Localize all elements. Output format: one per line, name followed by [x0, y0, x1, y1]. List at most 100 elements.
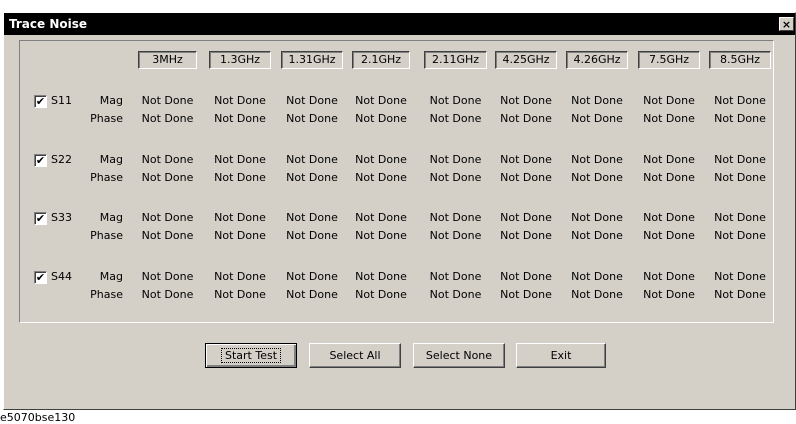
phase-label: Phase — [90, 112, 123, 125]
mag-status-cell: Not Done — [429, 270, 482, 283]
checkbox-s11[interactable]: ✔ — [34, 95, 47, 108]
select-all-button[interactable]: Select All — [309, 343, 401, 368]
mag-status-cell: Not Done — [141, 153, 194, 166]
title-bar: Trace Noise × — [4, 13, 795, 35]
mag-status-cell: Not Done — [714, 211, 766, 224]
mag-status-cell: Not Done — [643, 94, 695, 107]
port-label: S22 — [51, 153, 72, 166]
frequency-header: 8.5GHz — [709, 51, 771, 69]
phase-status-cell: Not Done — [429, 171, 482, 184]
frequency-header: 7.5GHz — [638, 51, 700, 69]
phase-label: Phase — [90, 229, 123, 242]
mag-status-cell: Not Done — [500, 94, 552, 107]
phase-status-cell: Not Done — [355, 288, 407, 301]
select-none-label: Select None — [425, 349, 493, 362]
phase-status-cell: Not Done — [141, 229, 194, 242]
phase-status-cell: Not Done — [571, 112, 623, 125]
port-label: S33 — [51, 211, 72, 224]
phase-status-cell: Not Done — [286, 229, 338, 242]
mag-status-cell: Not Done — [714, 270, 766, 283]
phase-status-cell: Not Done — [714, 229, 766, 242]
mag-label: Mag — [99, 94, 123, 107]
phase-label: Phase — [90, 288, 123, 301]
phase-status-cell: Not Done — [355, 112, 407, 125]
checkbox-s22[interactable]: ✔ — [34, 154, 47, 167]
phase-status-cell: Not Done — [643, 288, 695, 301]
mag-status-cell: Not Done — [355, 270, 407, 283]
phase-status-cell: Not Done — [214, 112, 266, 125]
phase-status-cell: Not Done — [643, 112, 695, 125]
start-test-label: Start Test — [220, 348, 282, 363]
mag-status-cell: Not Done — [429, 211, 482, 224]
mag-label: Mag — [99, 211, 123, 224]
frequency-header: 2.1GHz — [352, 51, 410, 69]
phase-status-cell: Not Done — [141, 112, 194, 125]
start-test-button[interactable]: Start Test — [205, 343, 297, 368]
mag-status-cell: Not Done — [141, 211, 194, 224]
mag-status-cell: Not Done — [141, 270, 194, 283]
phase-status-cell: Not Done — [286, 171, 338, 184]
mag-status-cell: Not Done — [355, 211, 407, 224]
phase-status-cell: Not Done — [643, 229, 695, 242]
select-none-button[interactable]: Select None — [413, 343, 505, 368]
phase-label: Phase — [90, 171, 123, 184]
mag-label: Mag — [99, 270, 123, 283]
phase-status-cell: Not Done — [714, 288, 766, 301]
mag-status-cell: Not Done — [214, 211, 266, 224]
phase-status-cell: Not Done — [429, 288, 482, 301]
mag-status-cell: Not Done — [214, 94, 266, 107]
frequency-header: 1.3GHz — [209, 51, 271, 69]
figure-caption: e5070bse130 — [0, 411, 76, 424]
close-button[interactable]: × — [779, 17, 794, 31]
frequency-header: 4.26GHz — [566, 51, 628, 69]
mag-status-cell: Not Done — [286, 153, 338, 166]
phase-status-cell: Not Done — [571, 171, 623, 184]
mag-status-cell: Not Done — [429, 153, 482, 166]
check-icon: ✔ — [35, 212, 46, 225]
phase-status-cell: Not Done — [500, 288, 552, 301]
checkbox-s44[interactable]: ✔ — [34, 271, 47, 284]
phase-status-cell: Not Done — [355, 171, 407, 184]
select-all-label: Select All — [329, 349, 381, 362]
frequency-header: 2.11GHz — [424, 51, 487, 69]
phase-status-cell: Not Done — [500, 229, 552, 242]
mag-status-cell: Not Done — [214, 270, 266, 283]
phase-status-cell: Not Done — [500, 171, 552, 184]
mag-status-cell: Not Done — [714, 94, 766, 107]
phase-status-cell: Not Done — [571, 288, 623, 301]
phase-status-cell: Not Done — [429, 112, 482, 125]
mag-status-cell: Not Done — [643, 153, 695, 166]
mag-status-cell: Not Done — [286, 211, 338, 224]
phase-status-cell: Not Done — [714, 112, 766, 125]
mag-status-cell: Not Done — [571, 211, 623, 224]
check-icon: ✔ — [35, 95, 46, 108]
port-label: S44 — [51, 270, 72, 283]
phase-status-cell: Not Done — [286, 112, 338, 125]
check-icon: ✔ — [35, 154, 46, 167]
mag-status-cell: Not Done — [500, 153, 552, 166]
phase-status-cell: Not Done — [214, 171, 266, 184]
phase-status-cell: Not Done — [141, 288, 194, 301]
exit-button[interactable]: Exit — [516, 343, 606, 368]
dialog-title: Trace Noise — [9, 17, 87, 31]
phase-status-cell: Not Done — [500, 112, 552, 125]
phase-status-cell: Not Done — [141, 171, 194, 184]
phase-status-cell: Not Done — [643, 171, 695, 184]
mag-status-cell: Not Done — [355, 94, 407, 107]
mag-status-cell: Not Done — [643, 270, 695, 283]
phase-status-cell: Not Done — [429, 229, 482, 242]
phase-status-cell: Not Done — [286, 288, 338, 301]
mag-status-cell: Not Done — [500, 211, 552, 224]
checkbox-s33[interactable]: ✔ — [34, 212, 47, 225]
mag-status-cell: Not Done — [141, 94, 194, 107]
check-icon: ✔ — [35, 271, 46, 284]
mag-label: Mag — [99, 153, 123, 166]
exit-label: Exit — [550, 349, 572, 362]
mag-status-cell: Not Done — [571, 270, 623, 283]
mag-status-cell: Not Done — [500, 270, 552, 283]
mag-status-cell: Not Done — [286, 270, 338, 283]
mag-status-cell: Not Done — [214, 153, 266, 166]
phase-status-cell: Not Done — [214, 229, 266, 242]
phase-status-cell: Not Done — [214, 288, 266, 301]
frequency-header: 3MHz — [138, 51, 197, 69]
